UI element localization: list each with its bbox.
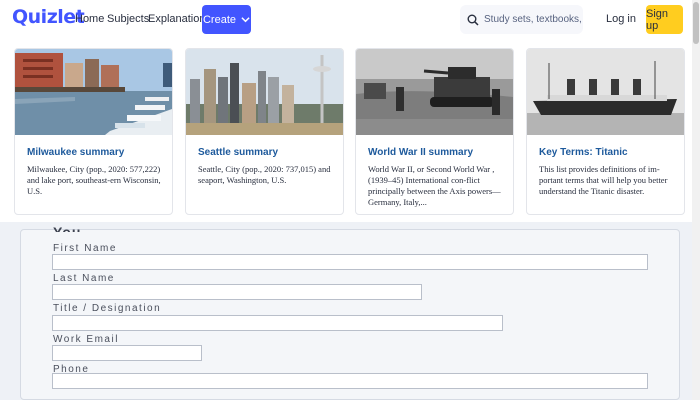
work-email-field[interactable] bbox=[52, 345, 202, 361]
page-scrollbar[interactable] bbox=[692, 0, 700, 400]
chevron-down-icon bbox=[241, 17, 250, 23]
search-bar[interactable] bbox=[460, 5, 584, 34]
card-title[interactable]: World War II summary bbox=[368, 147, 473, 158]
form-section-title: You bbox=[53, 224, 82, 232]
study-card-titanic[interactable]: Key Terms: Titanic This list provides de… bbox=[526, 48, 685, 215]
seattle-skyline-photo bbox=[186, 49, 343, 135]
work-email-label: Work Email bbox=[53, 334, 119, 345]
titanic-ship-photo bbox=[527, 49, 684, 135]
card-title[interactable]: Key Terms: Titanic bbox=[539, 147, 628, 158]
quizlet-logo[interactable]: Quizlet bbox=[12, 6, 85, 28]
search-input[interactable] bbox=[484, 14, 584, 25]
card-title[interactable]: Milwaukee summary bbox=[27, 147, 124, 158]
title-designation-field[interactable] bbox=[52, 315, 503, 331]
study-card-seattle[interactable]: Seattle summary Seattle, City (pop., 202… bbox=[185, 48, 344, 215]
ww2-tanks-photo bbox=[356, 49, 513, 135]
milwaukee-waterfront-photo bbox=[15, 49, 172, 135]
create-button[interactable]: Create bbox=[202, 5, 251, 34]
first-name-label: First Name bbox=[53, 243, 117, 254]
nav-subjects-link[interactable]: Subjects bbox=[107, 13, 149, 25]
create-button-label: Create bbox=[202, 13, 237, 26]
phone-field[interactable] bbox=[52, 373, 648, 389]
card-description: World War II, or Second World War , (193… bbox=[368, 164, 501, 207]
card-title[interactable]: Seattle summary bbox=[198, 147, 278, 158]
card-description: Milwaukee, City (pop., 2020: 577,222) an… bbox=[27, 164, 161, 196]
top-nav-bar: Quizlet Home Subjects Explanations Creat… bbox=[0, 0, 700, 40]
search-icon bbox=[467, 14, 479, 26]
last-name-field[interactable] bbox=[52, 284, 422, 300]
title-designation-label: Title / Designation bbox=[53, 303, 162, 314]
first-name-field[interactable] bbox=[52, 254, 648, 270]
card-description: This list provides definitions of im-por… bbox=[539, 164, 668, 196]
scrollbar-thumb[interactable] bbox=[693, 2, 699, 44]
nav-home-link[interactable]: Home bbox=[75, 13, 104, 25]
login-link[interactable]: Log in bbox=[606, 13, 636, 25]
card-description: Seattle, City (pop., 2020: 737,015) and … bbox=[198, 164, 331, 185]
last-name-label: Last Name bbox=[53, 273, 115, 284]
signup-button[interactable]: Sign up bbox=[646, 5, 683, 34]
study-card-world-war-ii[interactable]: World War II summary World War II, or Se… bbox=[355, 48, 514, 215]
study-card-milwaukee[interactable]: Milwaukee summary Milwaukee, City (pop.,… bbox=[14, 48, 173, 215]
